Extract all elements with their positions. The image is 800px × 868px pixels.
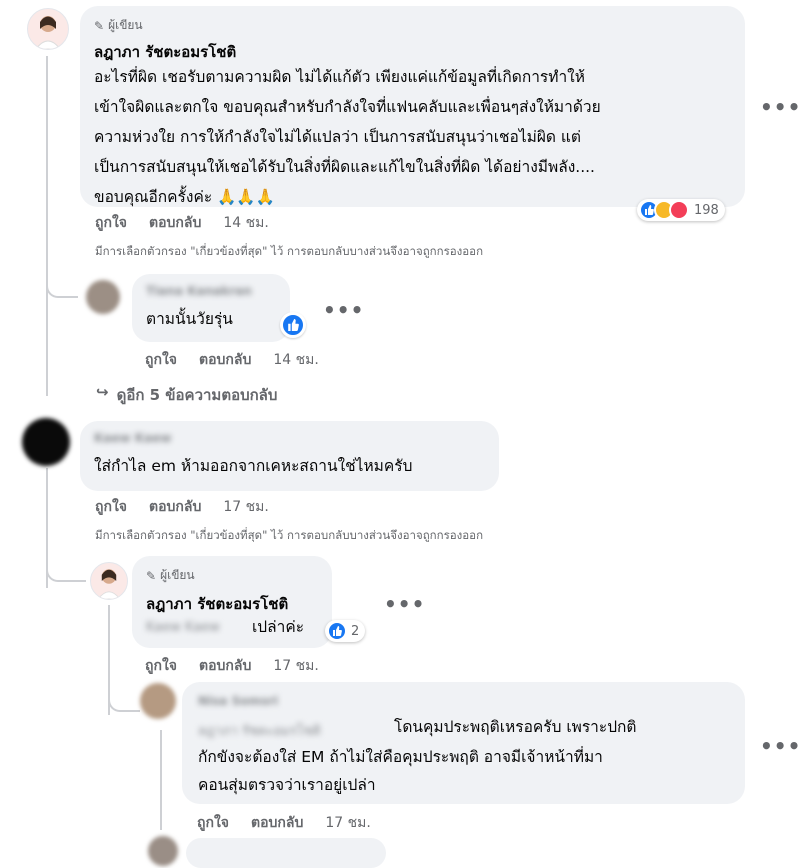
timestamp[interactable]: 17 ชม. — [223, 496, 268, 518]
reply-actions: ถูกใจ ตอบกลับ 17 ชม. — [145, 655, 319, 677]
like-reaction-icon[interactable] — [280, 312, 306, 338]
reply-text: ตามนั้นวัยรุ่น — [146, 310, 233, 328]
like-button[interactable]: ถูกใจ — [145, 349, 177, 371]
like-button[interactable]: ถูกใจ — [145, 655, 177, 677]
thread-line — [46, 56, 48, 396]
comment-bubble: Kaew Kaew ใส่กำไล em ห้ามออกจากเคหะสถานใ… — [80, 421, 499, 491]
reply-text-line: โดนคุมประพฤติเหรอครับ เพราะปกติ — [394, 718, 637, 736]
timestamp[interactable]: 14 ชม. — [273, 349, 318, 371]
reply-bubble: Tiana Kanakran ตามนั้นวัยรุ่น — [132, 274, 290, 342]
reply-author[interactable]: Nisa Somsri — [198, 694, 278, 708]
author-avatar[interactable] — [27, 8, 69, 50]
comment-author[interactable]: ลฎาภา รัชตะอมรโชติ — [94, 40, 236, 64]
like-button[interactable]: ถูกใจ — [95, 212, 127, 234]
timestamp[interactable]: 17 ชม. — [273, 655, 318, 677]
reply-connector — [46, 276, 78, 298]
reply-text-line: กักขังจะต้องใส่ EM ถ้าไม่ใส่คือคุมประพฤต… — [198, 748, 603, 766]
timestamp[interactable]: 14 ชม. — [223, 212, 268, 234]
thread-line — [160, 730, 162, 830]
comment-text: อะไรที่ผิด เชอรับตามความผิด ไม่ได้แก้ตัว… — [94, 68, 601, 206]
filter-note: มีการเลือกตัวกรอง "เกี่ยวข้องที่สุด" ไว้… — [95, 244, 484, 258]
author-badge: ✎ ผู้เขียน — [146, 568, 195, 583]
reply-avatar[interactable] — [148, 836, 178, 866]
reply-button[interactable]: ตอบกลับ — [199, 349, 251, 371]
like-button[interactable]: ถูกใจ — [95, 496, 127, 518]
reply-connector — [46, 560, 86, 582]
reply-bubble: Nisa Somsri ลฎาภา รัชตะอมรโชติ โดนคุมประ… — [182, 682, 745, 804]
mention[interactable]: Kaew Kaew — [146, 620, 220, 635]
reply-avatar[interactable] — [140, 683, 176, 719]
comment-bubble: ✎ ผู้เขียน ลฎาภา รัชตะอมรโชติ อะไรที่ผิด… — [80, 6, 745, 207]
reply-button[interactable]: ตอบกลับ — [149, 212, 201, 234]
reply-bubble: ✎ ผู้เขียน ลฎาภา รัชตะอมรโชติ Kaew Kaew … — [132, 556, 332, 648]
reaction-summary[interactable]: 198 — [637, 199, 725, 221]
more-options-icon[interactable]: ••• — [760, 734, 800, 758]
timestamp[interactable]: 17 ชม. — [325, 812, 370, 834]
reply-text-line: คอนสุ่มตรวจว่าเราอยู่เปล่า — [198, 776, 376, 794]
author-avatar[interactable] — [90, 562, 128, 600]
reply-button[interactable]: ตอบกลับ — [199, 655, 251, 677]
reply-text: เปล่าค่ะ — [252, 618, 305, 636]
more-options-icon[interactable]: ••• — [760, 95, 800, 119]
like-button[interactable]: ถูกใจ — [197, 812, 229, 834]
reply-arrow-icon: ↪ — [96, 383, 109, 401]
comment-text: ใส่กำไล em ห้ามออกจากเคหะสถานใช่ไหมครับ — [94, 457, 413, 475]
mention[interactable]: ลฎาภา รัชตะอมรโชติ — [198, 720, 321, 741]
filter-note: มีการเลือกตัวกรอง "เกี่ยวข้องที่สุด" ไว้… — [95, 528, 484, 542]
view-more-replies[interactable]: ↪ ดูอีก 5 ข้อความตอบกลับ — [96, 383, 277, 407]
reply-button[interactable]: ตอบกลับ — [149, 496, 201, 518]
comment-actions: ถูกใจ ตอบกลับ 17 ชม. — [95, 496, 269, 518]
author-badge: ✎ ผู้เขียน — [94, 18, 143, 33]
reply-avatar[interactable] — [86, 280, 120, 314]
reply-author[interactable]: ลฎาภา รัชตะอมรโชติ — [146, 592, 288, 616]
like-reaction-icon — [327, 621, 347, 641]
reply-actions: ถูกใจ ตอบกลับ 14 ชม. — [145, 349, 319, 371]
reply-connector — [108, 690, 140, 712]
comment-actions: ถูกใจ ตอบกลับ 14 ชม. — [95, 212, 269, 234]
comment-author[interactable]: Kaew Kaew — [94, 431, 171, 445]
love-reaction-icon — [669, 200, 689, 220]
more-options-icon[interactable]: ••• — [384, 592, 425, 616]
commenter-avatar[interactable] — [22, 418, 70, 466]
reply-author[interactable]: Tiana Kanakran — [146, 284, 252, 298]
reply-actions: ถูกใจ ตอบกลับ 17 ชม. — [197, 812, 371, 834]
reaction-summary[interactable]: 2 — [325, 620, 366, 642]
more-options-icon[interactable]: ••• — [323, 298, 364, 322]
pencil-icon: ✎ — [94, 18, 105, 33]
reply-button[interactable]: ตอบกลับ — [251, 812, 303, 834]
pencil-icon: ✎ — [146, 568, 157, 583]
